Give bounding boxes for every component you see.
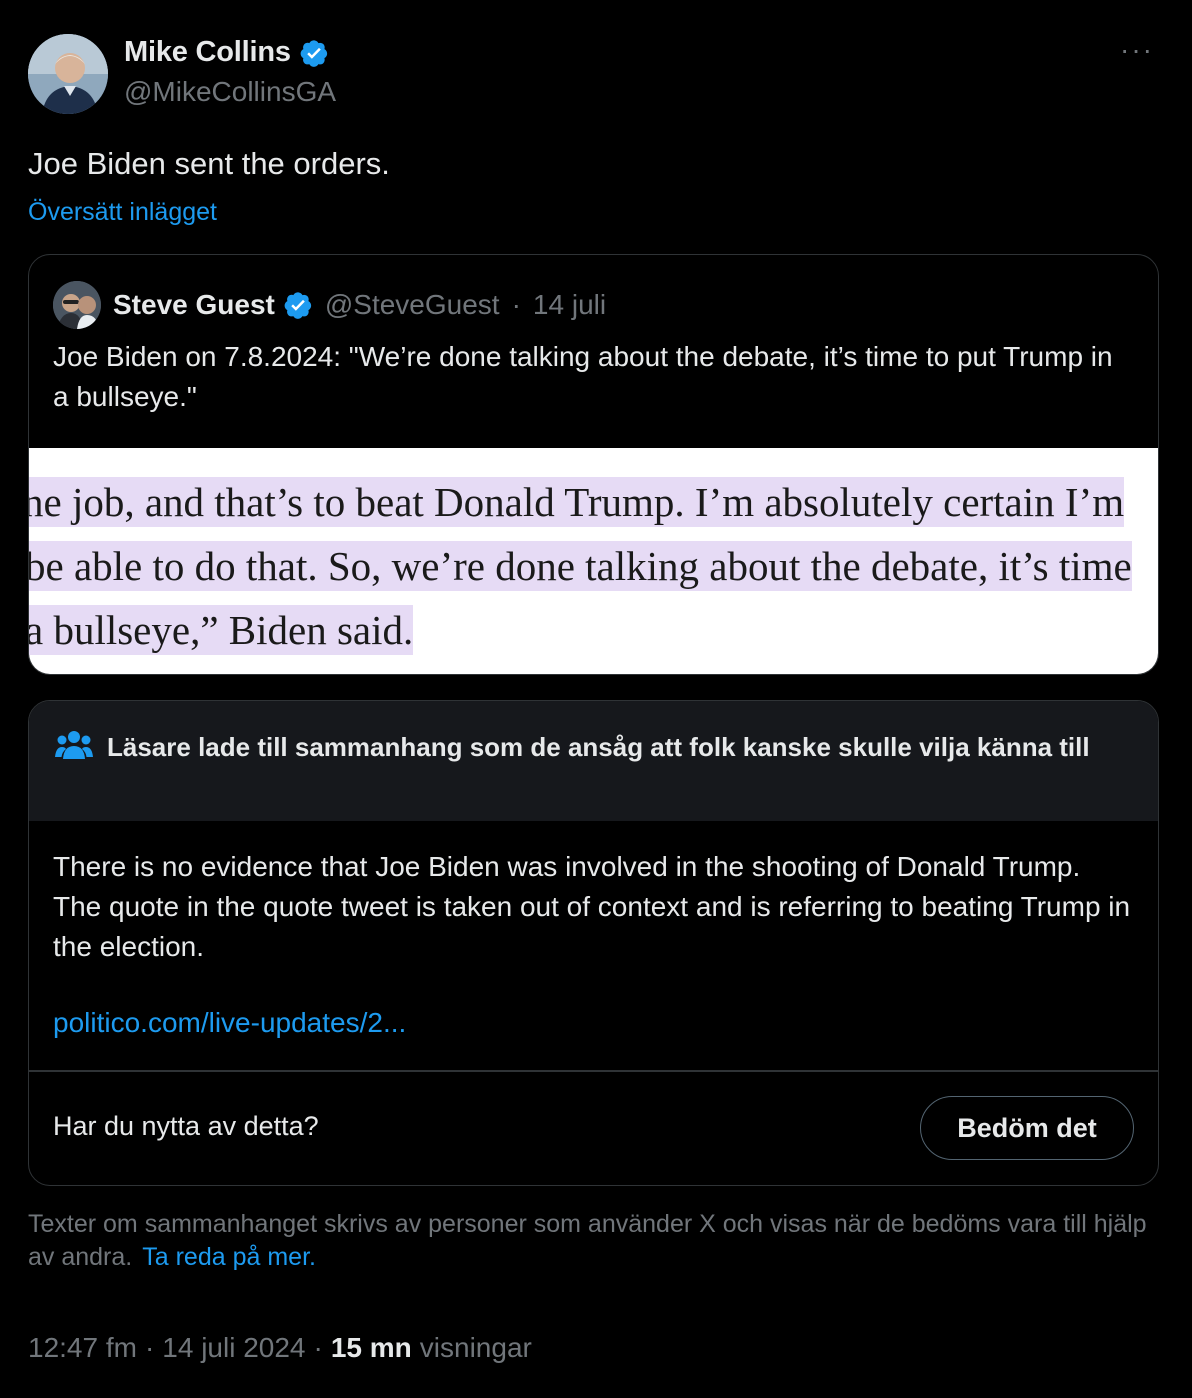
helpful-question: Har du nytta av detta?	[53, 1111, 319, 1141]
tweet: Mike Collins @MikeCollinsGA ··· Joe Bide…	[0, 0, 1192, 1398]
tweet-date[interactable]: 14 juli 2024	[162, 1332, 305, 1364]
verified-badge-icon	[284, 292, 311, 319]
community-note-source-link[interactable]: politico.com/live-updates/2...	[53, 1007, 406, 1039]
quoted-author-avatar	[53, 281, 101, 329]
tweet-metadata: 12:47 fm · 14 juli 2024 · 15 mn visninga…	[28, 1332, 532, 1364]
dot-separator: ·	[313, 1332, 323, 1363]
community-note-title: Läsare lade till sammanhang som de ansåg…	[107, 732, 1090, 762]
views-label: visningar	[419, 1332, 532, 1363]
notes-disclaimer: Texter om sammanhanget skrivs av persone…	[28, 1208, 1168, 1274]
quoted-author-name: Steve Guest	[113, 289, 275, 320]
quoted-author-handle: @SteveGuest	[324, 289, 500, 320]
author-avatar[interactable]	[28, 34, 108, 114]
dot-separator: ·	[144, 1332, 155, 1363]
quoted-tweet-text: Joe Biden on 7.8.2024: "We’re done talki…	[53, 341, 1113, 412]
quoted-date: 14 juli	[532, 289, 607, 320]
views-count: 15 mn	[330, 1332, 412, 1363]
dot-separator: ·	[511, 289, 521, 320]
learn-more-link[interactable]: Ta reda på mer.	[142, 1243, 316, 1271]
rate-it-button[interactable]: Bedöm det	[920, 1096, 1134, 1160]
more-options-icon[interactable]: ···	[1120, 36, 1154, 64]
people-icon	[55, 731, 93, 759]
community-note: Läsare lade till sammanhang som de ansåg…	[28, 700, 1159, 1186]
tweet-text: Joe Biden sent the orders.	[28, 146, 390, 181]
translate-link[interactable]: Översätt inlägget	[28, 198, 217, 227]
quoted-tweet-card[interactable]: Steve Guest @SteveGuest · 14 juli Joe Bi…	[28, 254, 1159, 675]
community-note-body: There is no evidence that Joe Biden was …	[53, 851, 1131, 962]
image-text-line: ne job, and that’s to beat Donald Trump.…	[29, 477, 1125, 527]
author-handle[interactable]: @MikeCollinsGA	[124, 76, 336, 108]
divider	[29, 1070, 1158, 1072]
verified-badge-icon	[300, 39, 327, 67]
author-name-row: Mike Collins	[124, 36, 329, 69]
author-display-name[interactable]: Mike Collins	[124, 36, 291, 69]
tweet-time[interactable]: 12:47 fm	[28, 1332, 137, 1364]
community-note-header: Läsare lade till sammanhang som de ansåg…	[29, 701, 1158, 821]
quoted-tweet-image[interactable]: ne job, and that’s to beat Donald Trump.…	[29, 448, 1158, 674]
image-text-line: a bullseye,” Biden said.	[29, 605, 414, 655]
image-text-line: be able to do that. So, we’re done talki…	[29, 541, 1132, 591]
quoted-tweet-header: Steve Guest @SteveGuest · 14 juli	[53, 281, 606, 329]
